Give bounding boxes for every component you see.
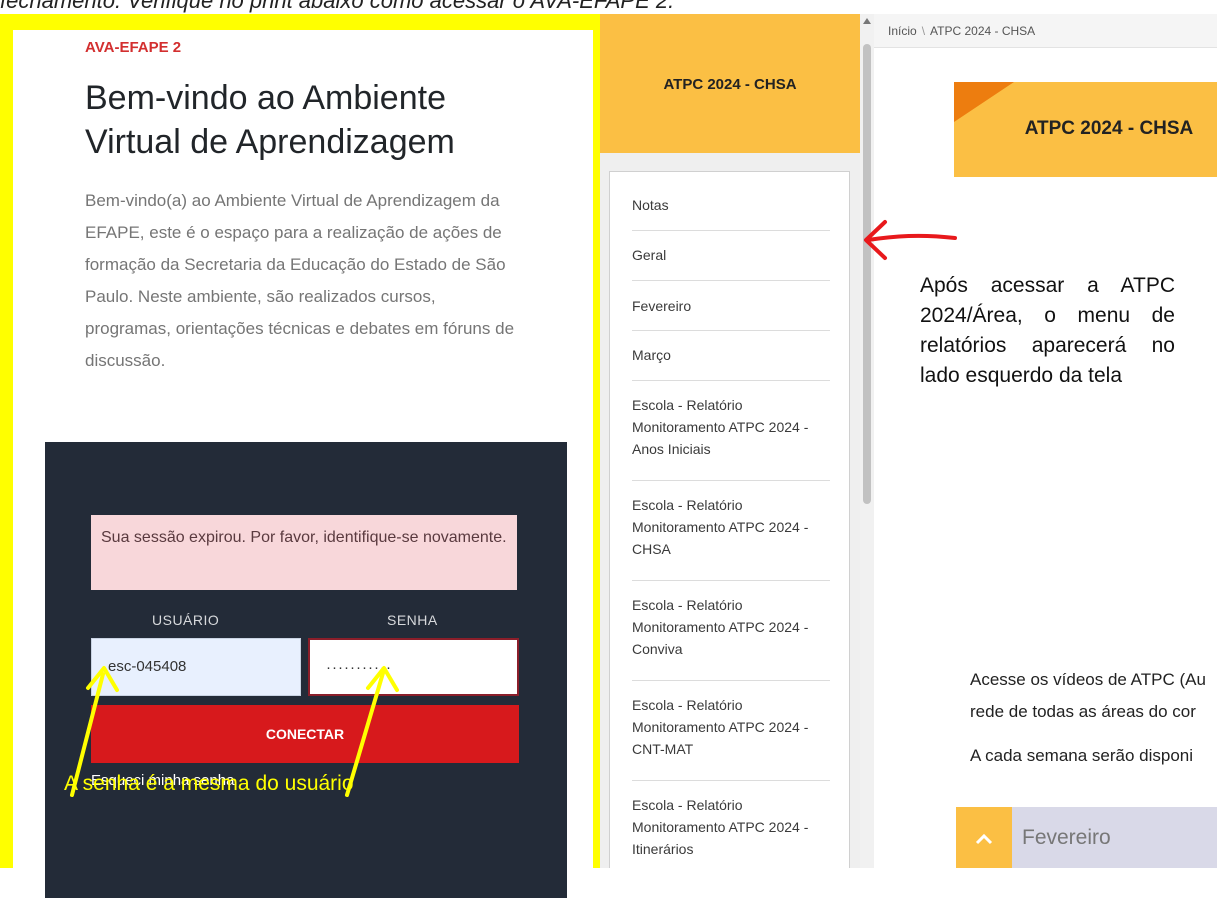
red-arrow-icon xyxy=(864,220,957,260)
annotation-arrows xyxy=(70,220,957,797)
yellow-arrow-password-icon xyxy=(345,666,399,797)
yellow-arrow-user-icon xyxy=(70,666,119,797)
